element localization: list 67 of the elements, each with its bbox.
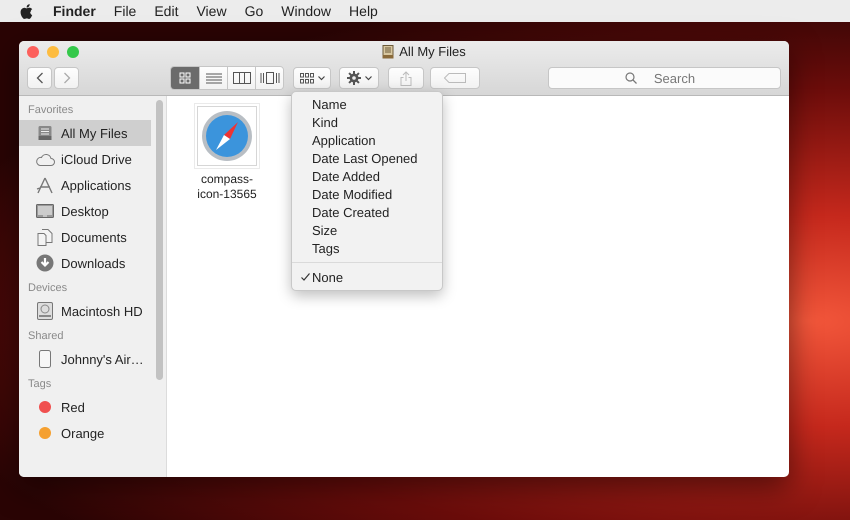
menu-option[interactable]: Name	[292, 95, 442, 113]
download-icon	[36, 254, 54, 272]
device-icon	[39, 350, 51, 368]
columns-icon	[232, 72, 250, 84]
menu-option[interactable]: Date Created	[292, 203, 442, 221]
view-mode-button[interactable]	[255, 67, 283, 89]
sidebar-item[interactable]: iCloud Drive	[19, 146, 166, 172]
menu-option[interactable]: Tags	[292, 239, 442, 257]
sidebar-item[interactable]: Red	[19, 394, 166, 420]
chevron-left-icon	[36, 72, 44, 84]
gear-icon	[346, 71, 360, 85]
section-heading: Shared	[27, 330, 64, 344]
action-button[interactable]	[339, 67, 379, 89]
menu-item[interactable]: Window	[281, 3, 332, 19]
menu-option[interactable]: None	[292, 268, 442, 286]
grid-icon	[300, 72, 314, 84]
drawer-icon	[37, 125, 53, 141]
files-cabinet-icon	[382, 44, 394, 58]
arrange-button[interactable]	[293, 67, 331, 89]
file-name: compass-icon-13565	[196, 172, 258, 202]
cover-flow-icon	[260, 72, 280, 84]
back-button[interactable]	[27, 67, 52, 89]
apple-logo-icon[interactable]	[20, 4, 33, 18]
window-title: All My Files	[399, 44, 466, 59]
tag-icon	[444, 73, 466, 83]
menu-item[interactable]: Go	[244, 3, 264, 19]
sidebar-item[interactable]: Desktop	[19, 198, 166, 224]
search-icon	[625, 72, 637, 84]
grid-icon	[179, 72, 191, 84]
section-heading: Devices	[27, 282, 68, 296]
hard-drive-icon	[37, 302, 53, 320]
menu-item[interactable]: View	[196, 3, 227, 19]
caret-icon	[364, 76, 372, 80]
app-menu[interactable]: Finder	[53, 3, 96, 19]
cloud-icon	[35, 152, 55, 166]
view-mode-button[interactable]	[227, 67, 255, 89]
menu-option[interactable]: Date Last Opened	[292, 149, 442, 167]
sidebar-item[interactable]: Documents	[19, 224, 166, 250]
view-mode-button[interactable]	[171, 67, 199, 89]
menu-option[interactable]: Application	[292, 131, 442, 149]
section-heading: Favorites	[27, 104, 74, 118]
share-icon	[400, 70, 412, 86]
search-field[interactable]: Search	[548, 67, 781, 89]
sidebar-item[interactable]: Applications	[19, 172, 166, 198]
chevron-right-icon	[62, 72, 70, 84]
sidebar-item[interactable]: Macintosh HD	[19, 298, 166, 324]
section-heading: Tags	[27, 378, 52, 392]
menu-option[interactable]: Date Modified	[292, 185, 442, 203]
menu-option[interactable]: Kind	[292, 113, 442, 131]
desktop-icon	[36, 204, 54, 218]
sidebar-item[interactable]: Orange	[19, 420, 166, 446]
menu-option[interactable]: Date Added	[292, 167, 442, 185]
menu-option[interactable]: Size	[292, 221, 442, 239]
list-icon	[206, 72, 222, 84]
sidebar-item[interactable]: Johnny's Air…	[19, 346, 166, 372]
menu-item[interactable]: Help	[349, 3, 378, 19]
compass-tools-icon	[36, 176, 54, 194]
menu-item[interactable]: File	[114, 3, 136, 19]
caret-icon	[318, 76, 324, 80]
file-thumbnail[interactable]	[197, 106, 257, 166]
scrollbar-thumb[interactable]	[156, 100, 163, 380]
sidebar-item[interactable]: Downloads	[19, 250, 166, 276]
menu-item[interactable]: Edit	[154, 3, 178, 19]
documents-icon	[37, 228, 53, 246]
sidebar-item[interactable]: All My Files	[19, 120, 151, 146]
view-mode-button[interactable]	[199, 67, 227, 89]
compass-icon	[201, 110, 253, 162]
